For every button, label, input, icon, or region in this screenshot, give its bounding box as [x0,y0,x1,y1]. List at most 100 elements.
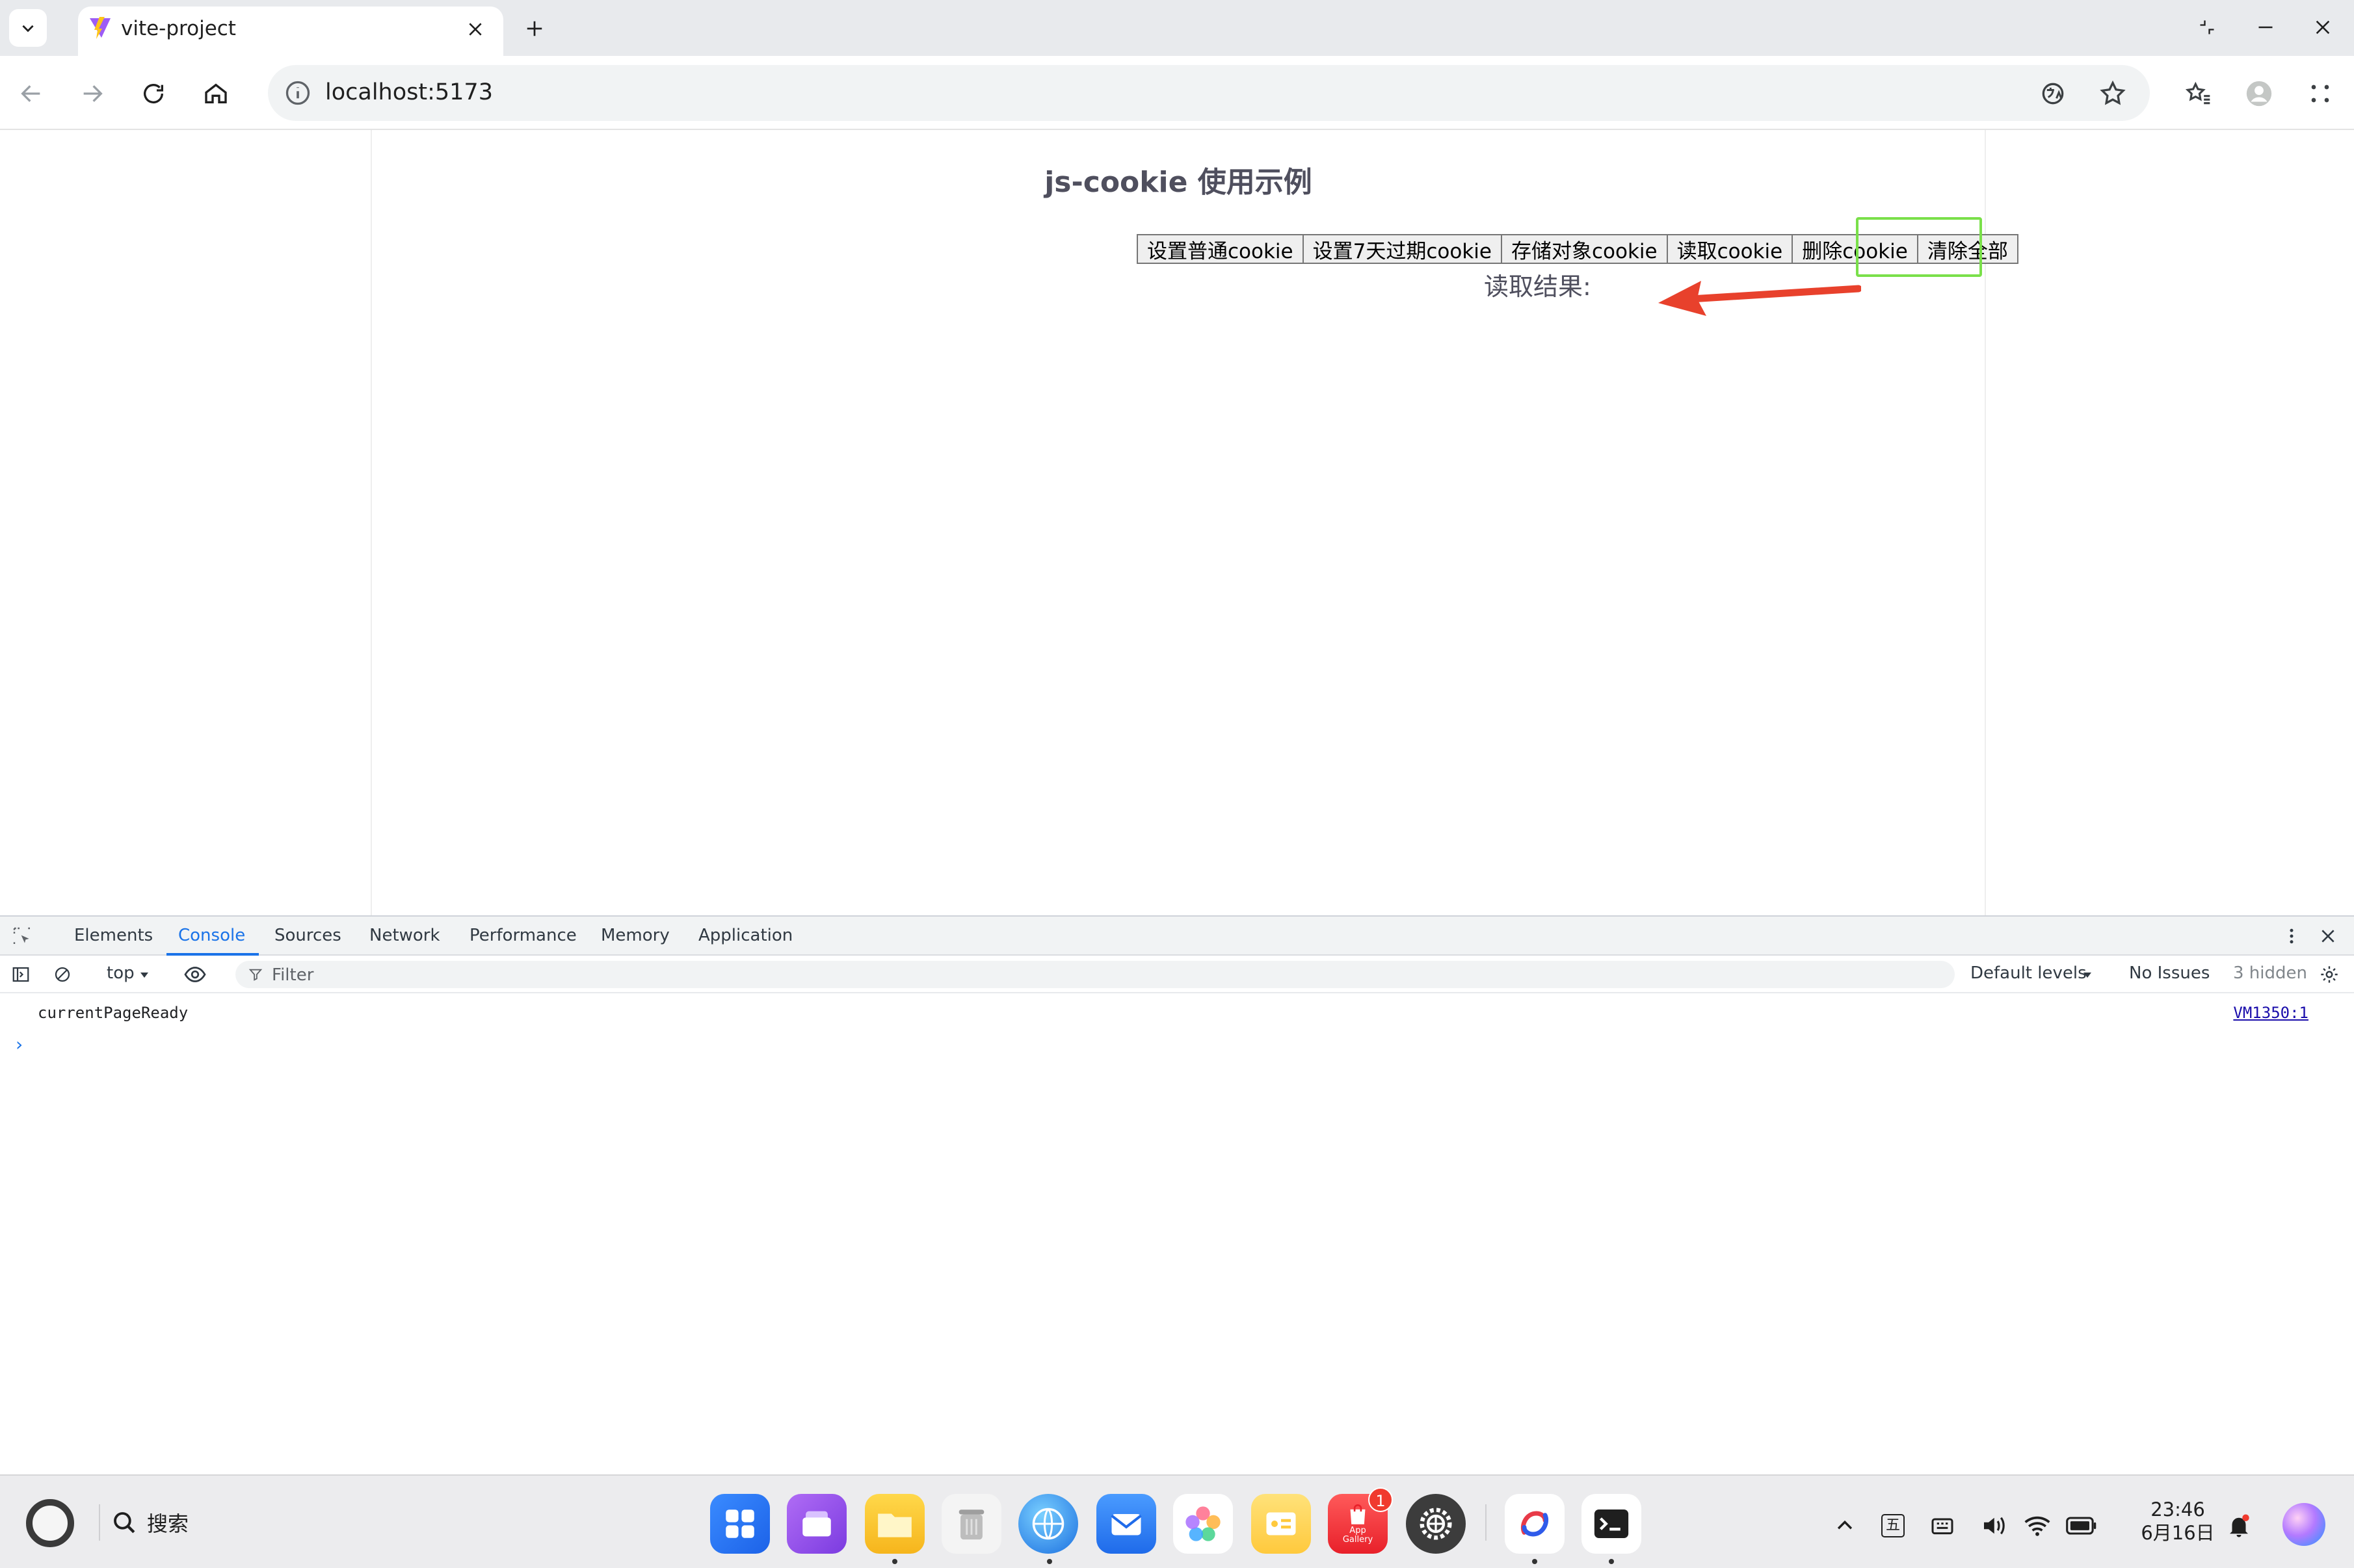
home-button[interactable] [196,74,235,113]
forward-button[interactable] [73,74,112,113]
taskbar-app-multitask[interactable] [787,1494,847,1554]
info-icon[interactable] [284,79,312,107]
taskbar-app-mail[interactable] [1096,1494,1156,1554]
taskbar-app-browser[interactable] [1018,1494,1078,1554]
globe-icon [1032,1508,1065,1540]
devtools-menu-button[interactable] [2279,923,2305,949]
console-log-message: currentPageReady [38,1004,189,1022]
minimize-icon [2258,26,2273,29]
back-button[interactable] [12,74,51,113]
search-icon [114,1512,135,1534]
tab-performance[interactable]: Performance [469,926,577,945]
clock-time: 23:46 [2150,1498,2205,1521]
read-result-label: 读取结果: [1484,272,1591,301]
close-icon [2316,20,2330,34]
console-log-source-link[interactable]: VM1350:1 [2233,1004,2308,1022]
taskbar-app-terminal[interactable] [1581,1494,1641,1554]
input-method-label: 五 [1881,1514,1905,1537]
taskbar-app-trash[interactable] [942,1494,1001,1554]
translate-button[interactable] [2037,77,2069,110]
trash-icon [959,1509,985,1540]
menu-button[interactable] [2301,74,2340,113]
translate-icon [2042,83,2064,105]
gear-icon [1420,1508,1452,1540]
issues-counter[interactable]: No Issues [2129,963,2210,983]
tab-application[interactable]: Application [698,926,793,945]
start-button[interactable] [26,1499,74,1547]
close-icon [2321,930,2334,943]
tab-elements[interactable]: Elements [74,926,153,945]
close-devtools-button[interactable] [2315,923,2341,949]
set-cookie-button[interactable]: 设置普通cookie [1137,234,1304,264]
battery-icon [2066,1517,2096,1535]
arrow-right-icon [83,85,103,102]
grid-apps-icon [726,1509,754,1538]
show-sidebar-button[interactable] [8,961,34,987]
assistant-button[interactable] [2281,1502,2327,1547]
context-selector[interactable]: top [107,963,135,983]
photos-flower-icon [1185,1506,1221,1541]
notes-icon [1266,1512,1296,1535]
clock-date: 6月16日 [2141,1522,2215,1544]
folder-icon [878,1513,912,1537]
close-tab-button[interactable] [462,16,489,43]
battery-button[interactable] [2065,1509,2098,1542]
filter-icon [248,969,263,981]
console-filter-input[interactable]: Filter [235,961,1955,988]
wifi-button[interactable] [2021,1509,2054,1542]
home-icon [205,83,227,103]
log-levels-dropdown[interactable]: Default levels [1970,963,2087,983]
clear-icon [55,967,70,982]
hidden-messages-count: 3 hidden [2233,963,2307,983]
taskbar: 搜索 App Gallery 1 五 23:46 6月16日 [0,1474,2354,1568]
clipboard-button[interactable] [1926,1509,1959,1542]
store-object-cookie-button[interactable]: 存储对象cookie [1500,234,1668,264]
console-settings-button[interactable] [2316,961,2342,987]
minimize-window-button[interactable] [2247,10,2284,44]
reload-button[interactable] [134,74,173,113]
clear-console-button[interactable] [49,961,75,987]
inspect-element-button[interactable] [9,923,35,949]
read-cookie-button[interactable]: 读取cookie [1666,234,1793,264]
new-tab-button[interactable] [518,12,551,46]
taskbar-clock[interactable]: 23:46 6月16日 [2136,1498,2220,1545]
assistant-orb-icon [2282,1503,2325,1546]
tab-network[interactable]: Network [369,926,440,945]
console-prompt[interactable]: › [16,1034,23,1055]
taskbar-app-launcher[interactable] [710,1494,770,1554]
tab-title: vite-project [121,17,236,40]
address-bar[interactable]: localhost:5173 [268,65,2150,121]
favorites-button[interactable] [2178,74,2217,113]
taskbar-app-code-editor[interactable] [1505,1494,1565,1554]
close-window-button[interactable] [2305,10,2341,44]
restore-window-button[interactable] [2189,10,2225,44]
bookmark-star-button[interactable] [2096,77,2129,110]
taskbar-app-settings[interactable] [1406,1494,1466,1554]
tab-strip: vite-project [0,0,2354,56]
set-expiring-cookie-button[interactable]: 设置7天过期cookie [1302,234,1502,264]
url-text[interactable]: localhost:5173 [325,79,493,105]
taskbar-app-photos[interactable] [1173,1494,1233,1554]
taskbar-app-files[interactable] [865,1494,925,1554]
tab-console[interactable]: Console [178,926,245,945]
volume-button[interactable] [1977,1509,2009,1542]
browser-tab[interactable]: vite-project [78,7,503,56]
taskbar-app-notes[interactable] [1251,1494,1311,1554]
tab-search-button[interactable] [9,9,47,47]
notifications-button[interactable] [2223,1509,2255,1542]
input-method-button[interactable]: 五 [1877,1509,1909,1542]
screen: vite-project localhost:5173 js-cookie 使用… [0,0,2354,1568]
eye-icon [184,967,206,982]
keyboard-clipboard-icon [1931,1518,1953,1535]
chevron-down-icon [22,25,34,33]
running-indicator [1047,1559,1052,1564]
taskbar-search-button[interactable]: 搜索 [111,1504,189,1541]
star-icon [2100,80,2126,105]
tray-overflow-button[interactable] [1829,1509,1861,1542]
live-expression-button[interactable] [182,961,208,987]
page-viewport: js-cookie 使用示例 设置普通cookie 设置7天过期cookie 存… [0,130,2354,915]
tab-memory[interactable]: Memory [601,926,670,945]
tab-sources[interactable]: Sources [274,926,341,945]
profile-button[interactable] [2240,74,2279,113]
devtools-panel: Elements Console Sources Network Perform… [0,915,2354,1474]
